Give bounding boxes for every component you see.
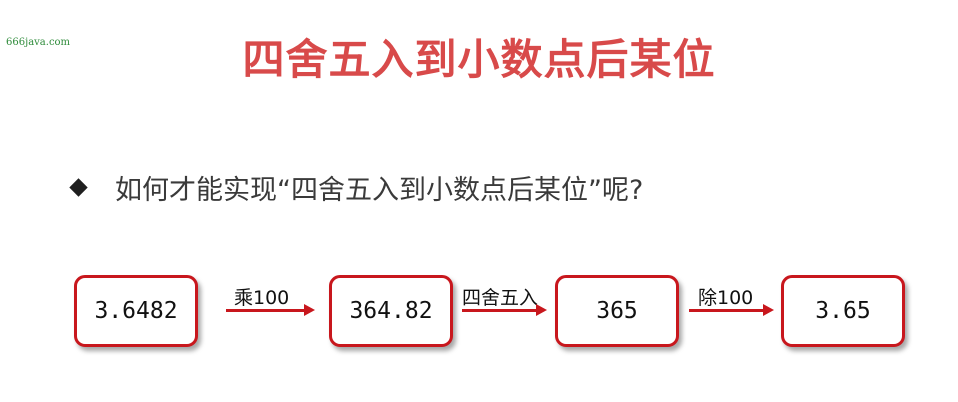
- arrow-right-icon: [462, 304, 547, 316]
- arrow-right-icon: [226, 304, 315, 316]
- operation-label-multiply: 乘100: [234, 287, 290, 309]
- value-box-rounded: 365: [555, 275, 679, 347]
- operation-label-round: 四舍五入: [462, 287, 539, 309]
- value-box-multiplied: 364.82: [329, 275, 453, 347]
- diamond-bullet-icon: [69, 178, 88, 197]
- bullet-point: 如何才能实现“四舍五入到小数点后某位”呢?: [69, 168, 644, 207]
- operation-label-divide: 除100: [698, 287, 754, 309]
- slide-title: 四舍五入到小数点后某位: [242, 35, 716, 84]
- arrow-right-icon: [689, 304, 774, 316]
- value-box-result: 3.65: [781, 275, 905, 347]
- value-box-original: 3.6482: [74, 275, 198, 347]
- question-text: 如何才能实现“四舍五入到小数点后某位”呢?: [115, 175, 644, 206]
